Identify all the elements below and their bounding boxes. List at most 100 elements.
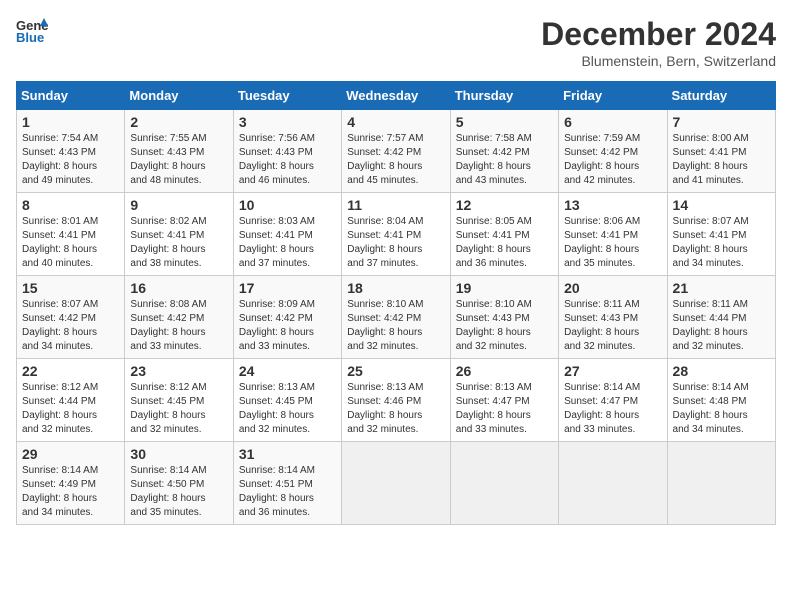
calendar-cell [559, 442, 667, 525]
day-info: Sunrise: 8:00 AM Sunset: 4:41 PM Dayligh… [673, 132, 770, 188]
day-info: Sunrise: 8:07 AM Sunset: 4:42 PM Dayligh… [22, 298, 119, 354]
calendar-cell [667, 442, 775, 525]
day-number: 8 [22, 197, 119, 213]
calendar-cell: 2 Sunrise: 7:55 AM Sunset: 4:43 PM Daylig… [125, 110, 233, 193]
calendar-week-5: 29 Sunrise: 8:14 AM Sunset: 4:49 PM Dayli… [17, 442, 776, 525]
page-header: General Blue December 2024 Blumenstein, … [16, 16, 776, 69]
day-number: 11 [347, 197, 444, 213]
day-number: 18 [347, 280, 444, 296]
calendar-cell: 22 Sunrise: 8:12 AM Sunset: 4:44 PM Dayli… [17, 359, 125, 442]
calendar-cell: 9 Sunrise: 8:02 AM Sunset: 4:41 PM Daylig… [125, 193, 233, 276]
calendar-cell: 27 Sunrise: 8:14 AM Sunset: 4:47 PM Dayli… [559, 359, 667, 442]
day-number: 13 [564, 197, 661, 213]
day-info: Sunrise: 7:55 AM Sunset: 4:43 PM Dayligh… [130, 132, 227, 188]
day-info: Sunrise: 8:13 AM Sunset: 4:45 PM Dayligh… [239, 381, 336, 437]
day-info: Sunrise: 8:07 AM Sunset: 4:41 PM Dayligh… [673, 215, 770, 271]
day-number: 19 [456, 280, 553, 296]
calendar-cell: 1Sunrise: 7:54 AM Sunset: 4:43 PM Daylig… [17, 110, 125, 193]
calendar-cell: 24Sunrise: 8:13 AM Sunset: 4:45 PM Dayli… [233, 359, 341, 442]
day-info: Sunrise: 8:12 AM Sunset: 4:44 PM Dayligh… [22, 381, 119, 437]
calendar-cell [450, 442, 558, 525]
calendar-week-1: 1Sunrise: 7:54 AM Sunset: 4:43 PM Daylig… [17, 110, 776, 193]
day-number: 22 [22, 363, 119, 379]
weekday-header-thursday: Thursday [450, 82, 558, 110]
day-number: 1 [22, 114, 119, 130]
day-number: 15 [22, 280, 119, 296]
calendar-cell: 21 Sunrise: 8:11 AM Sunset: 4:44 PM Dayli… [667, 276, 775, 359]
day-info: Sunrise: 8:06 AM Sunset: 4:41 PM Dayligh… [564, 215, 661, 271]
day-number: 29 [22, 446, 119, 462]
day-info: Sunrise: 8:02 AM Sunset: 4:41 PM Dayligh… [130, 215, 227, 271]
day-number: 16 [130, 280, 227, 296]
day-number: 10 [239, 197, 336, 213]
calendar-cell: 17Sunrise: 8:09 AM Sunset: 4:42 PM Dayli… [233, 276, 341, 359]
calendar-cell: 23 Sunrise: 8:12 AM Sunset: 4:45 PM Dayli… [125, 359, 233, 442]
day-number: 27 [564, 363, 661, 379]
svg-text:Blue: Blue [16, 30, 44, 44]
day-number: 14 [673, 197, 770, 213]
calendar-cell: 19 Sunrise: 8:10 AM Sunset: 4:43 PM Dayli… [450, 276, 558, 359]
calendar-cell: 6Sunrise: 7:59 AM Sunset: 4:42 PM Daylig… [559, 110, 667, 193]
day-number: 17 [239, 280, 336, 296]
calendar-cell: 8 Sunrise: 8:01 AM Sunset: 4:41 PM Daylig… [17, 193, 125, 276]
calendar-cell: 13 Sunrise: 8:06 AM Sunset: 4:41 PM Dayli… [559, 193, 667, 276]
calendar-cell: 16 Sunrise: 8:08 AM Sunset: 4:42 PM Dayli… [125, 276, 233, 359]
weekday-header-tuesday: Tuesday [233, 82, 341, 110]
day-info: Sunrise: 8:03 AM Sunset: 4:41 PM Dayligh… [239, 215, 336, 271]
day-number: 21 [673, 280, 770, 296]
day-info: Sunrise: 8:14 AM Sunset: 4:49 PM Dayligh… [22, 464, 119, 520]
day-info: Sunrise: 8:12 AM Sunset: 4:45 PM Dayligh… [130, 381, 227, 437]
day-number: 23 [130, 363, 227, 379]
calendar-cell: 10 Sunrise: 8:03 AM Sunset: 4:41 PM Dayli… [233, 193, 341, 276]
day-number: 12 [456, 197, 553, 213]
day-info: Sunrise: 8:14 AM Sunset: 4:50 PM Dayligh… [130, 464, 227, 520]
day-info: Sunrise: 7:58 AM Sunset: 4:42 PM Dayligh… [456, 132, 553, 188]
title-block: December 2024 Blumenstein, Bern, Switzer… [541, 16, 776, 69]
location: Blumenstein, Bern, Switzerland [541, 53, 776, 69]
calendar-cell: 14 Sunrise: 8:07 AM Sunset: 4:41 PM Dayli… [667, 193, 775, 276]
calendar-cell: 18 Sunrise: 8:10 AM Sunset: 4:42 PM Dayli… [342, 276, 450, 359]
calendar-cell: 7 Sunrise: 8:00 AM Sunset: 4:41 PM Daylig… [667, 110, 775, 193]
day-info: Sunrise: 8:11 AM Sunset: 4:43 PM Dayligh… [564, 298, 661, 354]
weekday-header-monday: Monday [125, 82, 233, 110]
calendar-cell: 4 Sunrise: 7:57 AM Sunset: 4:42 PM Daylig… [342, 110, 450, 193]
weekday-header-wednesday: Wednesday [342, 82, 450, 110]
day-number: 28 [673, 363, 770, 379]
day-info: Sunrise: 8:14 AM Sunset: 4:47 PM Dayligh… [564, 381, 661, 437]
day-info: Sunrise: 8:11 AM Sunset: 4:44 PM Dayligh… [673, 298, 770, 354]
calendar-table: SundayMondayTuesdayWednesdayThursdayFrid… [16, 81, 776, 525]
day-info: Sunrise: 8:10 AM Sunset: 4:42 PM Dayligh… [347, 298, 444, 354]
day-number: 31 [239, 446, 336, 462]
month-title: December 2024 [541, 16, 776, 53]
day-number: 30 [130, 446, 227, 462]
calendar-cell: 15 Sunrise: 8:07 AM Sunset: 4:42 PM Dayli… [17, 276, 125, 359]
day-info: Sunrise: 8:01 AM Sunset: 4:41 PM Dayligh… [22, 215, 119, 271]
day-info: Sunrise: 8:13 AM Sunset: 4:46 PM Dayligh… [347, 381, 444, 437]
calendar-cell: 3Sunrise: 7:56 AM Sunset: 4:43 PM Daylig… [233, 110, 341, 193]
day-number: 7 [673, 114, 770, 130]
day-number: 9 [130, 197, 227, 213]
day-info: Sunrise: 7:57 AM Sunset: 4:42 PM Dayligh… [347, 132, 444, 188]
day-number: 2 [130, 114, 227, 130]
day-number: 4 [347, 114, 444, 130]
day-info: Sunrise: 8:08 AM Sunset: 4:42 PM Dayligh… [130, 298, 227, 354]
day-info: Sunrise: 8:13 AM Sunset: 4:47 PM Dayligh… [456, 381, 553, 437]
calendar-cell: 31 Sunrise: 8:14 AM Sunset: 4:51 PM Dayli… [233, 442, 341, 525]
calendar-cell: 29 Sunrise: 8:14 AM Sunset: 4:49 PM Dayli… [17, 442, 125, 525]
calendar-week-4: 22 Sunrise: 8:12 AM Sunset: 4:44 PM Dayli… [17, 359, 776, 442]
calendar-cell: 11Sunrise: 8:04 AM Sunset: 4:41 PM Dayli… [342, 193, 450, 276]
day-info: Sunrise: 8:10 AM Sunset: 4:43 PM Dayligh… [456, 298, 553, 354]
logo-icon: General Blue [16, 16, 48, 44]
day-info: Sunrise: 8:05 AM Sunset: 4:41 PM Dayligh… [456, 215, 553, 271]
day-info: Sunrise: 7:56 AM Sunset: 4:43 PM Dayligh… [239, 132, 336, 188]
calendar-week-2: 8 Sunrise: 8:01 AM Sunset: 4:41 PM Daylig… [17, 193, 776, 276]
weekday-header-friday: Friday [559, 82, 667, 110]
day-info: Sunrise: 8:14 AM Sunset: 4:48 PM Dayligh… [673, 381, 770, 437]
day-number: 25 [347, 363, 444, 379]
day-number: 26 [456, 363, 553, 379]
calendar-cell [342, 442, 450, 525]
day-number: 20 [564, 280, 661, 296]
day-info: Sunrise: 8:14 AM Sunset: 4:51 PM Dayligh… [239, 464, 336, 520]
calendar-cell: 30 Sunrise: 8:14 AM Sunset: 4:50 PM Dayli… [125, 442, 233, 525]
day-number: 5 [456, 114, 553, 130]
